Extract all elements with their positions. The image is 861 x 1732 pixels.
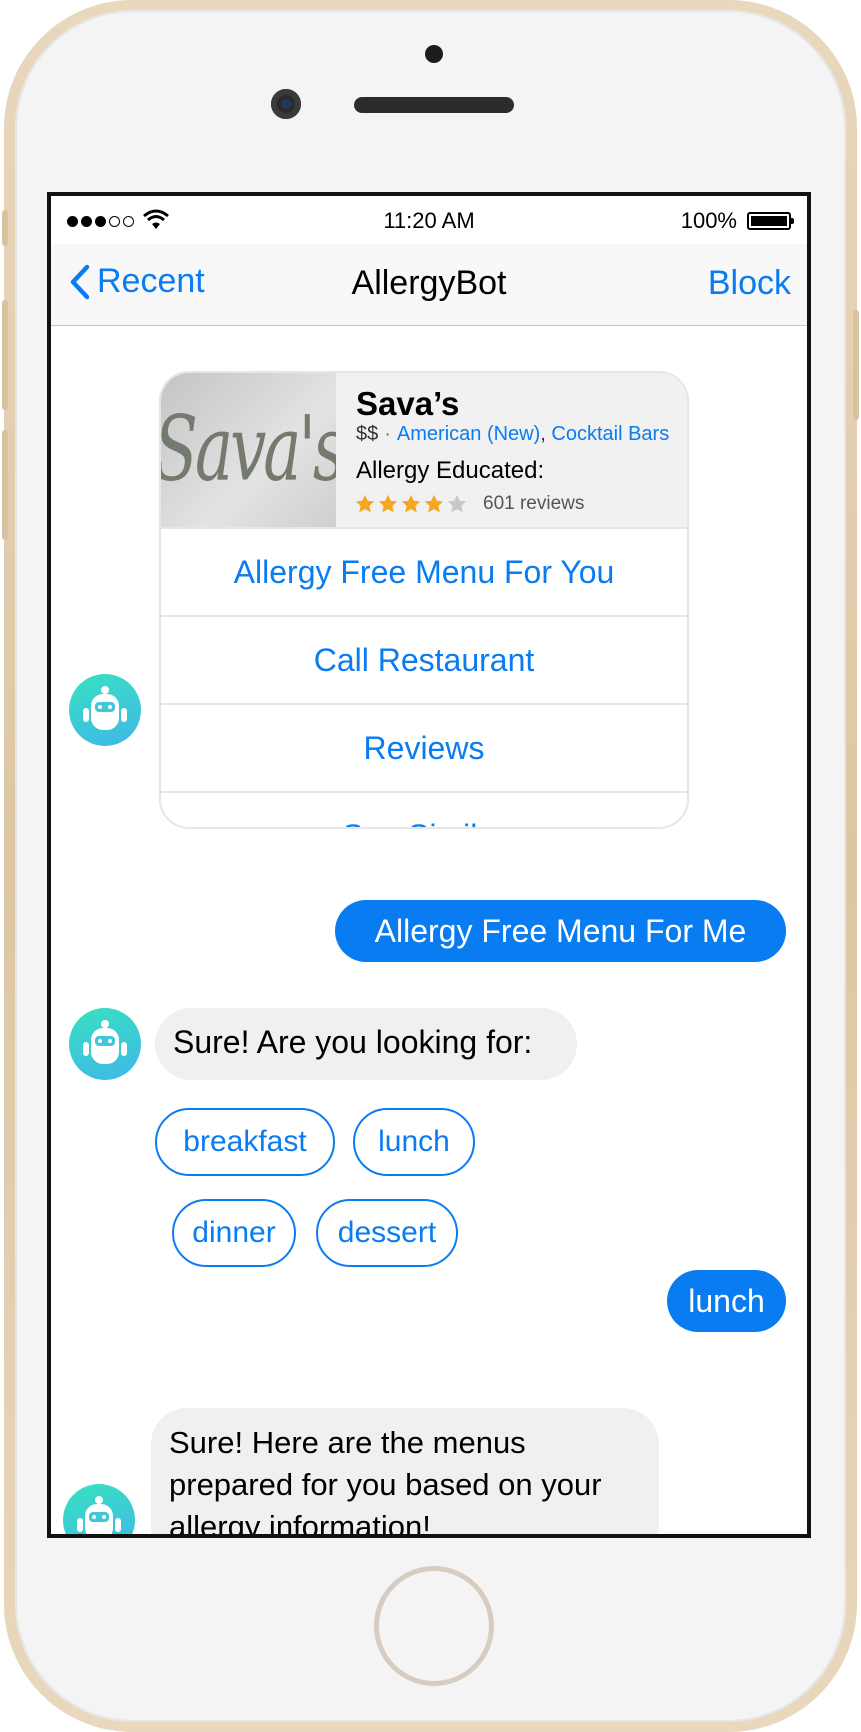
category-link-cocktail-bars[interactable]: Cocktail Bars	[551, 423, 669, 445]
quick-reply-dinner[interactable]: dinner	[172, 1199, 296, 1267]
robot-icon	[83, 1020, 127, 1064]
allergy-educated-label: Allergy Educated:	[356, 457, 545, 484]
bot-avatar	[63, 1484, 135, 1534]
battery-percent: 100%	[680, 208, 737, 233]
restaurant-logo: Sava's	[161, 373, 336, 527]
star-empty-icon	[447, 494, 467, 513]
power-button	[853, 310, 859, 420]
logo-wordmark: Sava's	[161, 398, 336, 502]
quick-reply-breakfast[interactable]: breakfast	[155, 1108, 335, 1176]
robot-icon	[83, 686, 127, 730]
star-filled-icon	[378, 494, 398, 513]
star-filled-icon	[424, 494, 444, 513]
bot-message-bubble: Sure! Here are the menus prepared for yo…	[151, 1408, 659, 1534]
restaurant-name: Sava’s	[356, 385, 460, 422]
bot-avatar	[69, 1008, 141, 1080]
star-rating: 601 reviews	[354, 493, 584, 515]
home-button[interactable]	[374, 1566, 494, 1686]
user-message-bubble: lunch	[667, 1270, 786, 1332]
bot-avatar	[69, 674, 141, 746]
allergy-free-menu-button[interactable]: Allergy Free Menu For You	[161, 527, 687, 615]
mute-switch	[2, 210, 8, 246]
battery-icon	[747, 212, 794, 230]
front-camera-icon	[271, 89, 301, 119]
page-title: AllergyBot	[351, 264, 507, 302]
quick-reply-lunch[interactable]: lunch	[353, 1108, 475, 1176]
earpiece-speaker	[354, 97, 514, 113]
reviews-button[interactable]: Reviews	[161, 703, 687, 791]
volume-down-button	[2, 430, 8, 540]
call-restaurant-button[interactable]: Call Restaurant	[161, 615, 687, 703]
status-bar: 11:20 AM 100%	[51, 196, 807, 244]
robot-icon	[77, 1496, 121, 1534]
bot-message-bubble: Sure! Are you looking for:	[155, 1008, 577, 1080]
star-filled-icon	[355, 494, 375, 513]
category-link-american[interactable]: American (New)	[397, 423, 540, 445]
restaurant-card: Sava's Sava’s $$ · American (New), Cocktai…	[159, 371, 689, 829]
navigation-bar: Recent AllergyBot Block	[51, 244, 807, 326]
user-message-bubble: Allergy Free Menu For Me	[335, 900, 786, 962]
volume-up-button	[2, 300, 8, 410]
star-filled-icon	[401, 494, 421, 513]
proximity-sensor	[425, 45, 443, 63]
quick-reply-dessert[interactable]: dessert	[316, 1199, 458, 1267]
screen: 11:20 AM 100% Recent AllergyBot Block Sa…	[47, 192, 811, 1538]
see-similar-button[interactable]: See Similar	[161, 791, 687, 827]
restaurant-meta: $$ · American (New), Cocktail Bars	[356, 423, 670, 445]
block-button[interactable]: Block	[708, 264, 791, 303]
card-header[interactable]: Sava's Sava’s $$ · American (New), Cocktai…	[161, 373, 687, 527]
review-count: 601 reviews	[483, 493, 585, 514]
price-level: $$	[356, 423, 379, 445]
